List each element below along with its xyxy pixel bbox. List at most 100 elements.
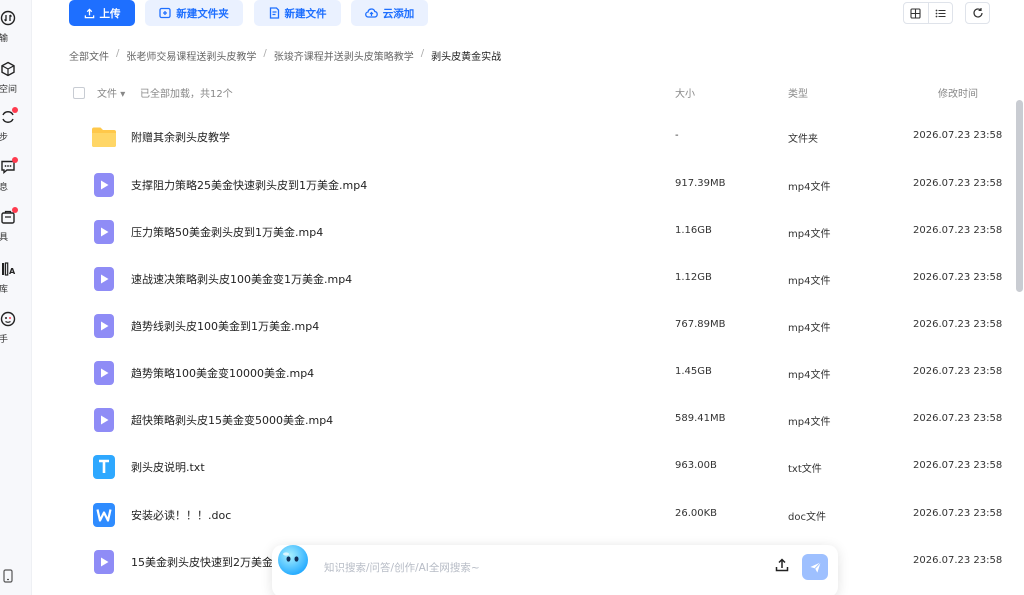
txt-file-icon [93, 455, 115, 479]
upload-label: 上传 [99, 7, 121, 20]
file-size: - [675, 130, 679, 141]
grid-view-button[interactable] [904, 3, 929, 23]
list-view-button[interactable] [929, 3, 953, 23]
rail-label: 工具 [0, 230, 31, 243]
app-window: 传输 人空间 同步 消息 工具 AI 识库 助手 [0, 0, 1024, 595]
rail-label: 同步 [0, 130, 31, 143]
scrollbar-thumb[interactable] [1016, 100, 1023, 292]
column-name-header[interactable]: 文件 ▾ [97, 85, 125, 100]
breadcrumb-separator: / [116, 48, 120, 59]
breadcrumb-item-root[interactable]: 全部文件 [69, 48, 109, 63]
rail-label: 消息 [0, 180, 31, 193]
table-row[interactable]: 安装必读！！！.doc 26.00KB doc文件 2026.07.23 23:… [69, 491, 1009, 538]
rail-item-knowledge[interactable]: AI 识库 [0, 261, 31, 301]
file-type: mp4文件 [788, 276, 831, 287]
table-row[interactable]: 压力策略50美金剥头皮到1万美金.mp4 1.16GB mp4文件 2026.0… [69, 208, 1009, 255]
column-size-header[interactable]: 大小 [675, 85, 695, 100]
upload-icon [84, 7, 94, 18]
file-type: mp4文件 [788, 417, 831, 428]
ai-search-input[interactable]: 知识搜索/问答/创作/AI全网搜索~ [324, 560, 480, 575]
table-row[interactable]: 超快策略剥头皮15美金变5000美金.mp4 589.41MB mp4文件 20… [69, 396, 1009, 443]
table-row[interactable]: 速战速决策略剥头皮100美金变1万美金.mp4 1.12GB mp4文件 202… [69, 255, 1009, 302]
file-name[interactable]: 速战速决策略剥头皮100美金变1万美金.mp4 [131, 271, 352, 287]
new-file-button[interactable]: 新建文件 [254, 0, 341, 26]
svg-text:AI: AI [9, 267, 16, 276]
assistant-icon [0, 311, 16, 327]
file-type: mp4文件 [788, 370, 831, 381]
file-modified: 2026.07.23 23:58 [913, 319, 1003, 330]
column-type-header[interactable]: 类型 [788, 85, 808, 100]
video-file-icon [94, 361, 114, 385]
select-all-checkbox[interactable] [73, 87, 85, 99]
table-row[interactable]: 趋势策略100美金变10000美金.mp4 1.45GB mp4文件 2026.… [69, 349, 1009, 396]
file-size: 26.00KB [675, 508, 718, 519]
rail-label: 人空间 [0, 85, 18, 95]
file-name[interactable]: 15美金剥头皮快速到2万美金 [131, 554, 273, 570]
rail-item-message[interactable]: 消息 [0, 157, 31, 199]
new-folder-button[interactable]: 新建文件夹 [145, 0, 243, 26]
rail-item-space[interactable]: 人空间 [0, 61, 31, 101]
file-name[interactable]: 安装必读！！！.doc [131, 507, 231, 523]
breadcrumb-separator: / [420, 48, 425, 59]
cloud-add-label: 云添加 [382, 7, 415, 20]
file-name[interactable]: 剥头皮说明.txt [131, 459, 205, 475]
breadcrumb-item[interactable]: 张竣齐课程并送剥头皮策略教学 [274, 48, 414, 63]
video-file-icon [94, 550, 114, 574]
table-row[interactable]: 附赠其余剥头皮教学 - 文件夹 2026.07.23 23:58 [69, 113, 1009, 160]
file-type: doc文件 [788, 512, 826, 523]
cloud-add-button[interactable]: 云添加 [351, 0, 428, 26]
ai-assistant-avatar-icon[interactable] [276, 543, 310, 577]
rail-item-sync[interactable]: 同步 [0, 107, 31, 149]
upload-button[interactable]: 上传 [69, 0, 135, 26]
badge-dot [12, 107, 18, 113]
device-button[interactable] [2, 568, 14, 587]
new-folder-icon [159, 7, 171, 19]
table-row[interactable]: 趋势线剥头皮100美金到1万美金.mp4 767.89MB mp4文件 2026… [69, 302, 1009, 349]
file-size: 589.41MB [675, 413, 726, 424]
video-file-icon [94, 408, 114, 432]
file-size: 1.12GB [675, 272, 712, 283]
transfer-icon [0, 10, 16, 26]
file-name[interactable]: 压力策略50美金剥头皮到1万美金.mp4 [131, 224, 323, 240]
file-type: 文件夹 [788, 134, 818, 145]
file-name[interactable]: 附赠其余剥头皮教学 [131, 129, 230, 145]
video-file-icon [94, 173, 114, 197]
upload-icon[interactable] [774, 557, 790, 573]
file-modified: 2026.07.23 23:58 [913, 225, 1003, 236]
file-size: 1.16GB [675, 225, 712, 236]
badge-dot [12, 157, 18, 163]
file-modified: 2026.07.23 23:58 [913, 413, 1003, 424]
breadcrumb-item[interactable]: 张老师交易课程送剥头皮教学 [126, 48, 256, 63]
column-modified-header[interactable]: 修改时间 [938, 85, 978, 100]
file-modified: 2026.07.23 23:58 [913, 272, 1003, 283]
file-size: 767.89MB [675, 319, 726, 330]
file-name[interactable]: 支撑阻力策略25美金快速剥头皮到1万美金.mp4 [131, 177, 367, 193]
new-file-label: 新建文件 [284, 7, 327, 20]
file-type: mp4文件 [788, 323, 831, 334]
rail-label: 助手 [0, 332, 31, 345]
table-row[interactable]: 支撑阻力策略25美金快速剥头皮到1万美金.mp4 917.39MB mp4文件 … [69, 161, 1009, 208]
table-row[interactable]: 剥头皮说明.txt 963.00B txt文件 2026.07.23 23:58 [69, 443, 1009, 490]
video-file-icon [94, 267, 114, 291]
refresh-button[interactable] [965, 2, 990, 24]
file-modified: 2026.07.23 23:58 [913, 130, 1003, 141]
file-modified: 2026.07.23 23:58 [913, 508, 1003, 519]
knowledge-icon: AI [2, 262, 16, 276]
send-icon [809, 561, 821, 573]
left-rail: 传输 人空间 同步 消息 工具 AI 识库 助手 [0, 0, 32, 595]
rail-item-assistant[interactable]: 助手 [0, 311, 31, 351]
new-folder-label: 新建文件夹 [176, 7, 229, 20]
load-status: 已全部加载，共12个 [140, 89, 233, 100]
grid-view-icon [910, 7, 921, 19]
send-button[interactable] [802, 554, 828, 580]
rail-item-transfer[interactable]: 传输 [0, 10, 31, 50]
file-name[interactable]: 超快策略剥头皮15美金变5000美金.mp4 [131, 412, 333, 428]
rail-item-tools[interactable]: 工具 [0, 207, 31, 249]
view-toggle [903, 2, 953, 24]
sort-down-icon: ▾ [120, 89, 126, 100]
file-type: txt文件 [788, 464, 822, 475]
file-name[interactable]: 趋势线剥头皮100美金到1万美金.mp4 [131, 318, 319, 334]
file-size: 963.00B [675, 460, 717, 471]
file-name[interactable]: 趋势策略100美金变10000美金.mp4 [131, 365, 314, 381]
file-modified: 2026.07.23 23:58 [913, 460, 1003, 471]
